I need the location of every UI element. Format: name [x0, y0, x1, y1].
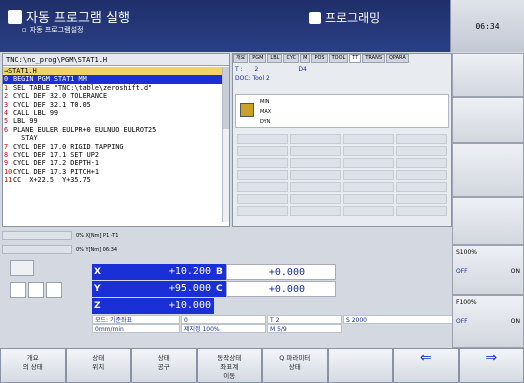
softkey-position[interactable]: 상태 위치 [65, 348, 131, 383]
programming-mode[interactable]: 프로그래밍 [309, 9, 380, 26]
tool-table [237, 134, 447, 222]
tool-measure-box: MIN MAX DYN [235, 94, 449, 128]
axis-display: X +10.200 B +0.000 Y +95.000 C +0.000 Z +10.0… [92, 264, 457, 338]
progress-bar-y [2, 245, 72, 254]
spindle-s-button[interactable] [452, 97, 524, 143]
scroll-thumb[interactable] [223, 67, 229, 129]
progress-area: 0% X[Nm] P1 -T1 0% Y[Nm] 06:34 [2, 228, 230, 256]
axis-row-y: Y +95.000 C +0.000 [92, 281, 457, 297]
current-program[interactable]: →STAT1.H [3, 67, 223, 76]
softkey-tool[interactable]: 상태 공구 [131, 348, 197, 383]
program-panel: TNC:\nc_prog\PGM\STAT1.H →STAT1.H 0 BEGIN… [2, 53, 230, 227]
position-icons [10, 260, 90, 326]
dyn-label: DYN [260, 119, 271, 125]
tab-cyc[interactable]: CYC [283, 54, 300, 63]
program-line[interactable]: 9 CYCL DEF 17.2 DEPTH-1 [3, 159, 223, 167]
program-line[interactable]: 10 CYCL DEF 17.3 PITCH+1 [3, 168, 223, 176]
softkey-forward-arrow[interactable]: ⇒ [458, 348, 524, 383]
tool-icon [240, 103, 254, 117]
tab-trans[interactable]: TRANS [362, 54, 385, 63]
softkey-q-param[interactable]: Q 파라미터 상태 [262, 348, 328, 383]
pos-box-icon [28, 282, 44, 298]
pos-box-icon [46, 282, 62, 298]
progress-bar-x [2, 231, 72, 240]
program-line[interactable]: 0 BEGIN PGM STAT1 MM [3, 75, 223, 84]
program-listing[interactable]: →STAT1.H 0 BEGIN PGM STAT1 MM 1 SEL TABLE … [3, 67, 223, 185]
arrow-right-icon: ⇒ [485, 350, 498, 366]
tool-t-button[interactable] [452, 143, 524, 197]
machine-submode: ▫ 자동 프로그램설정 [22, 26, 84, 34]
status-tabs: 개요 PGM LBL CYC M POS TOOL TT TRANS QPARA [233, 54, 451, 63]
scrollbar[interactable] [222, 67, 229, 222]
tool-info: T : 2 D4 DOC: Tool 2 [235, 65, 449, 93]
program-line[interactable]: 3 CYCL DEF 32.1 T0.05 [3, 101, 223, 109]
clock: 06:34 [450, 0, 524, 52]
softkey-bar: 개요 의 상태 상태 위치 상태 공구 동작상태 좌표계 이동 Q 파라미터 상태 ⇐ ⇒ [0, 348, 524, 383]
program-line[interactable]: 4 CALL LBL 99 [3, 109, 223, 117]
tab-overview[interactable]: 개요 [233, 54, 249, 63]
softkey-back-arrow[interactable]: ⇐ [393, 348, 459, 383]
tab-qpara[interactable]: QPARA [386, 54, 409, 63]
pos-box-icon [10, 282, 26, 298]
tab-m[interactable]: M [300, 54, 311, 63]
program-line[interactable]: STAY [3, 134, 223, 142]
spindle-m-button[interactable] [452, 53, 524, 97]
softkey-coordinate[interactable]: 동작상태 좌표계 이동 [196, 348, 262, 383]
doc-icon: ▫ [22, 26, 27, 34]
program-line[interactable]: 6 PLANE EULER EULPR+0 EULNUO EULROT25 [3, 126, 223, 134]
axis-row-x: X +10.200 B +0.000 [92, 264, 457, 280]
header-bar: 자동 프로그램 실행 ▫ 자동 프로그램설정 프로그래밍 [0, 0, 450, 52]
softkey-overview[interactable]: 개요 의 상태 [0, 348, 66, 383]
tab-pgm[interactable]: PGM [249, 54, 267, 63]
machine-mode-title: 자동 프로그램 실행 [8, 7, 130, 26]
program-line[interactable]: 8 CYCL DEF 17.1 SET UP2 [3, 151, 223, 159]
program-run-icon [8, 9, 22, 24]
program-line[interactable]: 7 CYCL DEF 17.0 RIGID TAPPING [3, 143, 223, 151]
program-line[interactable]: 1 SEL TABLE "TNC:\table\zeroshift.d" [3, 84, 223, 92]
tab-pos[interactable]: POS [311, 54, 328, 63]
tab-tt[interactable]: TT [349, 54, 362, 63]
axis-row-z: Z +10.000 [92, 298, 457, 314]
min-label: MIN [260, 99, 270, 105]
feed-override[interactable]: F100% OFF ON [452, 295, 524, 348]
tab-tool[interactable]: TOOL [328, 54, 349, 63]
program-line[interactable]: 5 LBL 99 [3, 117, 223, 125]
tool-doc: DOC: Tool 2 [235, 75, 270, 82]
max-label: MAX [260, 109, 272, 115]
tab-lbl[interactable]: LBL [267, 54, 283, 63]
reference-icon[interactable] [10, 260, 34, 276]
program-line[interactable]: 11 CC X+22.5 Y+35.75 [3, 176, 223, 184]
status-row-2: 0mm/min 제지정 100% M 5/9 [92, 324, 457, 333]
blank-side-button[interactable] [452, 197, 524, 245]
status-panel: 개요 PGM LBL CYC M POS TOOL TT TRANS QPARA… [232, 53, 452, 227]
status-row-1: 모드: 기준좌표 0 T 2 S 2000 [92, 315, 457, 324]
arrow-left-icon: ⇐ [419, 350, 432, 366]
program-line[interactable]: 2 CYCL DEF 32.0 TOLERANCE [3, 92, 223, 100]
programming-icon [309, 11, 321, 24]
softkey-empty[interactable] [327, 348, 393, 383]
spindle-override[interactable]: S100% OFF ON [452, 245, 524, 295]
program-path: TNC:\nc_prog\PGM\STAT1.H [3, 54, 229, 66]
